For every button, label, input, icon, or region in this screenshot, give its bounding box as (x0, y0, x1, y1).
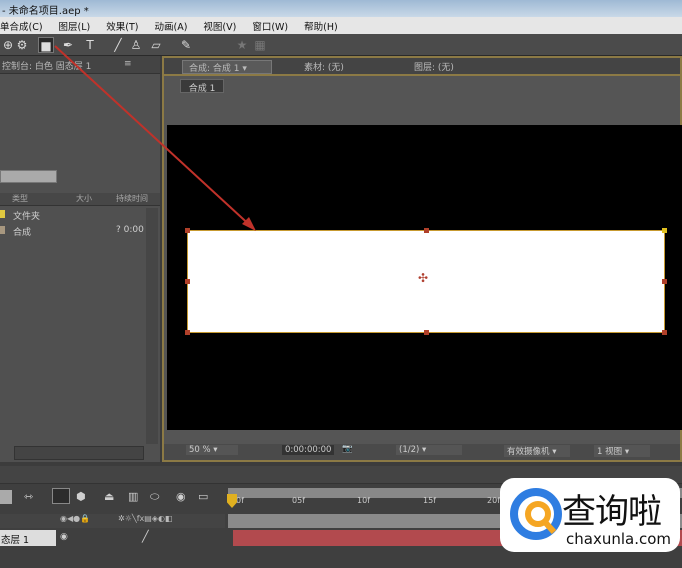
ruler-tick: 15f (423, 496, 436, 505)
brainstorm-icon[interactable]: ⬭ (150, 490, 159, 504)
visibility-eye-icon[interactable]: ◉ (60, 532, 68, 542)
comp-mini-flowchart-icon[interactable]: ⇿ (24, 490, 33, 503)
watermark-url: chaxunla.com (566, 530, 671, 548)
quality-switch-icon[interactable]: ╱ (142, 530, 149, 543)
motion-blur-icon[interactable]: ▥ (128, 490, 138, 503)
ruler-tick: 05f (292, 496, 305, 505)
timeline-search-input[interactable] (0, 490, 12, 504)
hide-shy-layers-icon[interactable]: ⬢ (76, 490, 86, 503)
ruler-tick: 20f (487, 496, 500, 505)
layer-name[interactable]: 态层 1 (0, 530, 56, 546)
layer-switch-header: ◉◀●🔒 ✲☼╲fx▤◈◐◧ (0, 514, 225, 528)
watermark-logo: 查询啦 chaxunla.com (500, 478, 680, 552)
layer-switches-icon: ✲☼╲fx▤◈◐◧ (118, 514, 173, 523)
watermark-brand: 查询啦 (562, 492, 662, 532)
av-switches-icon: ◉◀●🔒 (60, 514, 91, 523)
auto-keyframe-icon[interactable]: ◉ (176, 490, 186, 503)
draft-3d-icon[interactable] (52, 488, 70, 504)
current-time-indicator[interactable] (227, 494, 237, 508)
frame-blending-icon[interactable]: ⏏ (104, 490, 114, 503)
ruler-tick: 0f (236, 496, 244, 505)
graph-editor-icon[interactable]: ▭ (198, 490, 208, 503)
ruler-tick: 10f (357, 496, 370, 505)
